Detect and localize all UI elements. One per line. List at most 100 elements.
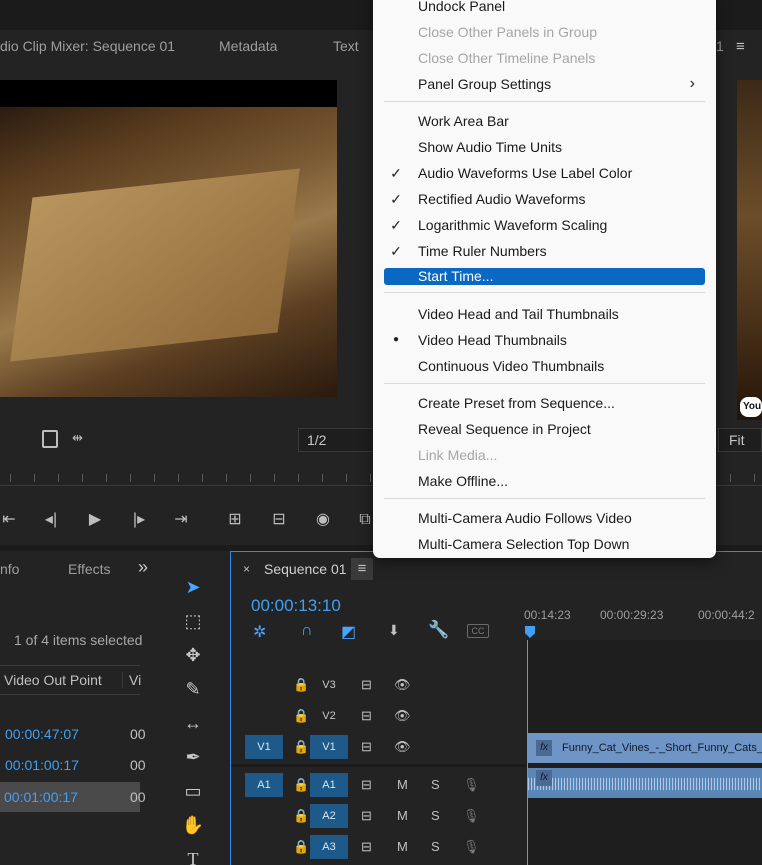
- razor-tool-icon[interactable]: ✎: [179, 675, 207, 703]
- sync-lock-icon[interactable]: ⊟: [361, 735, 372, 759]
- solo-button[interactable]: S: [431, 804, 440, 828]
- table-row-selected[interactable]: 00:01:00:17 00: [0, 782, 146, 812]
- table-row[interactable]: 00:00:47:07 00: [0, 721, 146, 749]
- add-marker-icon[interactable]: ⬇: [388, 622, 400, 639]
- track-target[interactable]: V1: [310, 735, 348, 759]
- tab-effects[interactable]: Effects: [68, 561, 111, 577]
- zoom-select[interactable]: Fit: [718, 428, 762, 452]
- slip-tool-icon[interactable]: ↔: [179, 709, 207, 737]
- menu-item-video-head-tail-thumbnails[interactable]: Video Head and Tail Thumbnails: [384, 303, 705, 325]
- mute-button[interactable]: M: [397, 835, 408, 859]
- out-point-value[interactable]: 00:00:47:07: [5, 726, 79, 742]
- menu-item-multicam-audio-follows-video[interactable]: Multi-Camera Audio Follows Video: [384, 507, 705, 529]
- lock-icon[interactable]: 🔒: [293, 773, 309, 797]
- microphone-icon[interactable]: 🎙: [463, 835, 480, 859]
- mute-button[interactable]: M: [397, 773, 408, 797]
- resolution-select[interactable]: 1/2: [298, 428, 376, 452]
- column-video-out-point[interactable]: Video Out Point: [4, 672, 102, 688]
- source-patch-a1[interactable]: A1: [245, 773, 283, 797]
- menu-item-undock-panel[interactable]: Undock Panel: [384, 0, 705, 17]
- type-tool-icon[interactable]: T: [179, 845, 207, 865]
- lock-icon[interactable]: 🔒: [293, 673, 309, 697]
- audio-clip[interactable]: fx: [528, 768, 762, 798]
- track-target[interactable]: V3: [310, 673, 348, 697]
- ripple-edit-tool-icon[interactable]: ✥: [179, 641, 207, 669]
- linked-selection-icon[interactable]: ◩: [341, 622, 356, 642]
- menu-item-create-preset[interactable]: Create Preset from Sequence...: [384, 392, 705, 414]
- mute-button[interactable]: M: [397, 804, 408, 828]
- settings-icon[interactable]: [42, 430, 58, 448]
- track-select-tool-icon[interactable]: ⬚: [179, 607, 207, 635]
- tab-text[interactable]: Text: [333, 38, 359, 54]
- close-tab-icon[interactable]: ×: [243, 562, 250, 576]
- table-row[interactable]: 00:01:00:17 00: [0, 752, 146, 780]
- panel-menu-icon[interactable]: ≡: [736, 38, 745, 55]
- source-patch-v1[interactable]: V1: [245, 735, 283, 759]
- track-target[interactable]: A2: [310, 804, 348, 828]
- menu-item-reveal-sequence[interactable]: Reveal Sequence in Project: [384, 418, 705, 440]
- microphone-icon[interactable]: 🎙: [463, 773, 480, 797]
- column-next[interactable]: Vi: [122, 672, 141, 688]
- menu-item-start-time[interactable]: Start Time...: [384, 268, 705, 285]
- menu-item-logarithmic-waveform-scaling[interactable]: ✓ Logarithmic Waveform Scaling: [384, 214, 705, 236]
- out-point-value[interactable]: 00:01:00:17: [4, 789, 78, 805]
- snap-icon[interactable]: ∩: [301, 622, 313, 640]
- sync-lock-icon[interactable]: ⊟: [361, 704, 372, 728]
- tab-metadata[interactable]: Metadata: [219, 38, 277, 54]
- lock-icon[interactable]: 🔒: [293, 835, 309, 859]
- nest-icon[interactable]: ✲: [253, 622, 266, 642]
- camera-icon[interactable]: ◉: [308, 505, 338, 535]
- menu-item-continuous-video-thumbnails[interactable]: Continuous Video Thumbnails: [384, 355, 705, 377]
- lock-icon[interactable]: 🔒: [293, 804, 309, 828]
- menu-item-audio-waveforms-label-color[interactable]: ✓ Audio Waveforms Use Label Color: [384, 162, 705, 184]
- export-frame-icon[interactable]: ⇹: [72, 430, 83, 446]
- play-icon[interactable]: ▶: [80, 505, 110, 535]
- sequence-tab[interactable]: Sequence 01: [264, 561, 347, 577]
- menu-item-show-audio-time-units[interactable]: Show Audio Time Units: [384, 136, 705, 158]
- rectangle-tool-icon[interactable]: ▭: [179, 777, 207, 805]
- sync-lock-icon[interactable]: ⊟: [361, 673, 372, 697]
- go-to-in-icon[interactable]: ⇤: [0, 505, 24, 535]
- microphone-icon[interactable]: 🎙: [463, 804, 480, 828]
- menu-item-panel-group-settings[interactable]: Panel Group Settings ›: [384, 73, 705, 95]
- menu-item-make-offline[interactable]: Make Offline...: [384, 470, 705, 492]
- tab-info[interactable]: nfo: [0, 561, 19, 577]
- lock-icon[interactable]: 🔒: [293, 735, 309, 759]
- eye-icon[interactable]: 👁: [394, 704, 411, 728]
- solo-button[interactable]: S: [431, 773, 440, 797]
- track-target[interactable]: V2: [310, 704, 348, 728]
- playhead-handle[interactable]: [525, 626, 535, 638]
- sync-lock-icon[interactable]: ⊟: [361, 773, 372, 797]
- track-area[interactable]: fx Funny_Cat_Vines_-_Short_Funny_Cats_Y …: [528, 640, 762, 865]
- track-target[interactable]: A1: [310, 773, 348, 797]
- timecode-display[interactable]: 00:00:13:10: [251, 596, 341, 616]
- eye-icon[interactable]: 👁: [394, 735, 411, 759]
- go-to-out-icon[interactable]: ⇥: [166, 505, 196, 535]
- pen-tool-icon[interactable]: ✒: [179, 743, 207, 771]
- tab-audio-clip-mixer[interactable]: dio Clip Mixer: Sequence 01: [0, 38, 175, 54]
- menu-item-work-area-bar[interactable]: Work Area Bar: [384, 110, 705, 132]
- track-target[interactable]: A3: [310, 835, 348, 859]
- step-forward-icon[interactable]: |▸: [124, 505, 154, 535]
- menu-item-rectified-audio-waveforms[interactable]: ✓ Rectified Audio Waveforms: [384, 188, 705, 210]
- eye-icon[interactable]: 👁: [394, 673, 411, 697]
- sync-lock-icon[interactable]: ⊟: [361, 835, 372, 859]
- overwrite-icon[interactable]: ⊟: [264, 505, 294, 535]
- menu-item-time-ruler-numbers[interactable]: ✓ Time Ruler Numbers: [384, 240, 705, 262]
- solo-button[interactable]: S: [431, 835, 440, 859]
- hand-tool-icon[interactable]: ✋: [179, 811, 207, 839]
- insert-icon[interactable]: ⊞: [220, 505, 250, 535]
- selection-tool-icon[interactable]: ➤: [179, 573, 207, 601]
- video-clip[interactable]: fx Funny_Cat_Vines_-_Short_Funny_Cats_Y: [528, 733, 762, 763]
- captions-icon[interactable]: CC: [467, 624, 489, 638]
- wrench-icon[interactable]: 🔧: [428, 620, 449, 640]
- tab-number[interactable]: 1: [716, 38, 724, 54]
- out-point-value[interactable]: 00:01:00:17: [5, 757, 79, 773]
- menu-item-multicam-selection-top-down[interactable]: Multi-Camera Selection Top Down: [384, 533, 705, 555]
- menu-item-video-head-thumbnails[interactable]: ● Video Head Thumbnails: [384, 329, 705, 351]
- sequence-menu-icon[interactable]: ≡: [351, 558, 373, 580]
- sync-lock-icon[interactable]: ⊟: [361, 804, 372, 828]
- step-back-icon[interactable]: ◂|: [36, 505, 66, 535]
- lock-icon[interactable]: 🔒: [293, 704, 309, 728]
- more-tabs-icon[interactable]: »: [138, 557, 148, 578]
